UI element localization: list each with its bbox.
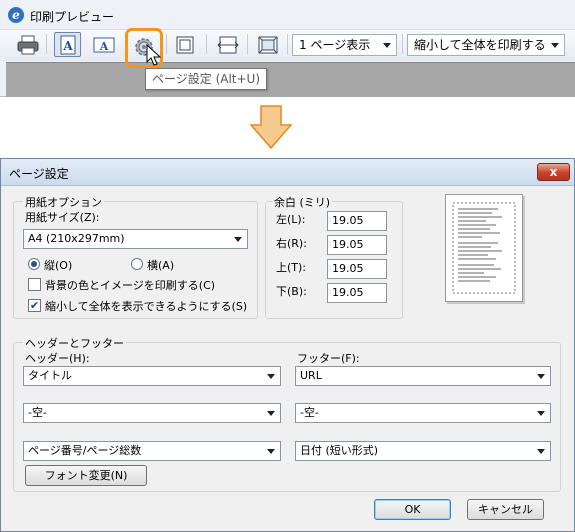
dialog-titlebar: ページ設定 x bbox=[1, 159, 574, 186]
close-icon: x bbox=[549, 165, 558, 179]
chevron-down-icon bbox=[383, 43, 391, 48]
portrait-button[interactable]: A bbox=[54, 32, 81, 57]
footer-select-1-value: URL bbox=[300, 369, 322, 382]
footer-label: フッター(F): bbox=[297, 352, 360, 365]
page-view-select-value: 1 ページ表示 bbox=[299, 38, 371, 52]
page-setup-dialog: ページ設定 x 用紙オプション 用紙サイズ(Z): A4 (210x297mm)… bbox=[0, 158, 575, 532]
margin-bottom-label: 下(B): bbox=[276, 285, 307, 298]
header-label: ヘッダー(H): bbox=[25, 352, 90, 365]
printer-icon bbox=[17, 35, 38, 54]
toolbar-separator bbox=[46, 34, 47, 54]
page-thumbnail-graphic bbox=[452, 202, 516, 294]
shrink-to-fit-label: 縮小して全体を表示できるようにする(S) bbox=[45, 300, 248, 313]
toolbar-separator bbox=[247, 34, 248, 54]
print-button[interactable] bbox=[14, 32, 41, 57]
header-select-1-value: タイトル bbox=[28, 369, 72, 382]
svg-text:A: A bbox=[62, 39, 73, 53]
toolbar-separator bbox=[166, 34, 167, 54]
footer-select-1[interactable]: URL bbox=[295, 366, 551, 386]
footer-select-3[interactable]: 日付 (短い形式) bbox=[295, 441, 551, 461]
shrink-to-fit-checkbox[interactable]: ✔ bbox=[28, 299, 41, 312]
landscape-button[interactable]: A bbox=[90, 32, 117, 57]
margin-top-label: 上(T): bbox=[276, 261, 307, 274]
cancel-button[interactable]: キャンセル bbox=[467, 499, 544, 520]
page-view-select[interactable]: 1 ページ表示 bbox=[292, 34, 397, 56]
margin-left-input[interactable]: 19.05 bbox=[327, 211, 387, 231]
header-footer-label: ヘッダーとフッター bbox=[23, 335, 126, 351]
mouse-cursor-icon bbox=[146, 44, 162, 66]
full-page-button[interactable] bbox=[254, 32, 281, 57]
fit-select-value: 縮小して全体を印刷する bbox=[414, 38, 546, 52]
close-button[interactable]: x bbox=[537, 163, 570, 181]
print-preview-window: e 印刷プレビュー A A 1 ページ表示 縮小して全体を印刷する ページ設定 … bbox=[0, 0, 575, 97]
paper-size-select[interactable]: A4 (210x297mm) bbox=[23, 229, 248, 249]
page-width-icon bbox=[216, 36, 239, 53]
fit-select[interactable]: 縮小して全体を印刷する bbox=[407, 34, 565, 56]
page-preview-thumbnail bbox=[445, 194, 523, 302]
portrait-radio[interactable] bbox=[28, 258, 40, 270]
portrait-page-icon: A bbox=[60, 35, 75, 54]
chevron-down-icon bbox=[267, 374, 275, 379]
landscape-label: 横(A) bbox=[147, 259, 175, 272]
ie-icon: e bbox=[8, 7, 24, 23]
svg-text:A: A bbox=[98, 40, 108, 53]
landscape-radio[interactable] bbox=[131, 258, 143, 270]
paper-size-label: 用紙サイズ(Z): bbox=[25, 211, 100, 224]
full-page-icon bbox=[258, 36, 277, 53]
margin-right-input[interactable]: 19.05 bbox=[327, 235, 387, 255]
arrow-down-icon bbox=[250, 105, 292, 149]
chevron-down-icon bbox=[267, 449, 275, 454]
footer-select-3-value: 日付 (短い形式) bbox=[300, 444, 379, 457]
chevron-down-icon bbox=[537, 449, 545, 454]
paper-size-value: A4 (210x297mm) bbox=[28, 232, 125, 245]
margin-right-label: 右(R): bbox=[276, 237, 307, 250]
dialog-title: ページ設定 bbox=[9, 167, 69, 181]
chevron-down-icon bbox=[234, 237, 242, 242]
margins-label: 余白 (ミリ) bbox=[272, 194, 333, 210]
header-select-3[interactable]: ページ番号/ページ総数 bbox=[23, 441, 281, 461]
radio-selected-dot bbox=[31, 261, 37, 267]
portrait-label: 縦(O) bbox=[44, 259, 73, 272]
landscape-page-icon: A bbox=[93, 37, 114, 53]
margin-top-input[interactable]: 19.05 bbox=[327, 259, 387, 279]
margin-left-label: 左(L): bbox=[276, 213, 306, 226]
chevron-down-icon bbox=[267, 411, 275, 416]
window-title: 印刷プレビュー bbox=[30, 10, 115, 24]
header-select-1[interactable]: タイトル bbox=[23, 366, 281, 386]
toolbar-separator bbox=[206, 34, 207, 54]
preview-canvas bbox=[6, 62, 575, 97]
header-footer-toggle-button[interactable] bbox=[171, 32, 198, 57]
chevron-down-icon bbox=[537, 374, 545, 379]
page-frame-icon bbox=[176, 36, 193, 53]
chevron-down-icon bbox=[537, 411, 545, 416]
ok-button[interactable]: OK bbox=[374, 499, 451, 520]
print-background-label: 背景の色とイメージを印刷する(C) bbox=[45, 279, 216, 292]
tooltip: ページ設定 (Alt+U) bbox=[145, 68, 268, 90]
toolbar-separator bbox=[402, 34, 403, 54]
footer-select-2[interactable]: -空- bbox=[295, 403, 551, 423]
page-width-button[interactable] bbox=[214, 32, 241, 57]
header-select-3-value: ページ番号/ページ総数 bbox=[28, 444, 142, 457]
paper-options-label: 用紙オプション bbox=[23, 194, 104, 210]
print-background-checkbox[interactable] bbox=[28, 278, 41, 291]
toolbar-separator bbox=[287, 34, 288, 54]
margin-bottom-input[interactable]: 19.05 bbox=[327, 283, 387, 303]
header-select-2[interactable]: -空- bbox=[23, 403, 281, 423]
header-select-2-value: -空- bbox=[28, 406, 47, 419]
footer-select-2-value: -空- bbox=[300, 406, 319, 419]
change-font-button[interactable]: フォント変更(N) bbox=[25, 465, 147, 486]
chevron-down-icon bbox=[551, 43, 559, 48]
checkmark-icon: ✔ bbox=[29, 299, 40, 312]
